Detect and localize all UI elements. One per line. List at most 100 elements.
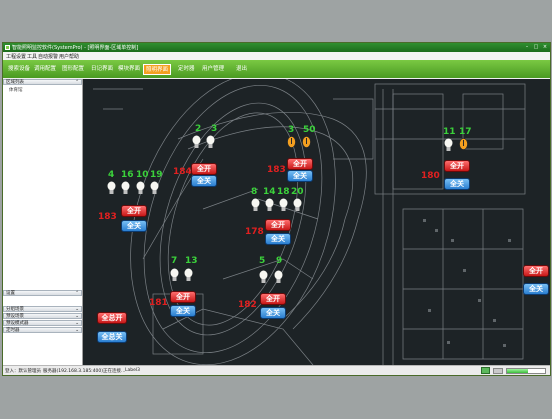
channel-number: 8 — [251, 187, 258, 197]
section-group-scenes[interactable]: 分组场景 ⌄ — [3, 306, 82, 312]
app-icon — [5, 45, 10, 50]
light-bulb-icon[interactable] — [184, 268, 193, 282]
tab-graphic-config[interactable]: 图形配置 — [60, 64, 86, 75]
section-settings-label: 设置 — [6, 291, 15, 296]
light-bulb-icon[interactable] — [150, 181, 159, 195]
section-zone-list[interactable]: 区域列表 ⌃ — [3, 79, 82, 85]
close-button[interactable]: × — [541, 44, 549, 51]
channel-number: 11 — [443, 127, 456, 137]
light-bulb-icon[interactable] — [107, 181, 116, 195]
channel-number: 14 — [263, 187, 276, 197]
minimize-button[interactable]: – — [523, 44, 531, 51]
chevron-down-icon[interactable]: ⌄ — [75, 321, 79, 326]
tab-lighting[interactable]: 照明界面 — [143, 64, 172, 75]
section-timers[interactable]: 定时器 ⌄ — [3, 327, 82, 333]
menu-project[interactable]: 工程 — [6, 53, 16, 60]
group-all-off-button[interactable]: 全关 — [265, 233, 291, 245]
light-bulb-icon[interactable] — [265, 198, 274, 212]
connection-icon — [481, 367, 490, 374]
channel-number: 5 — [259, 256, 266, 266]
channel-number: 17 — [459, 127, 472, 137]
section-settings[interactable]: 设置 ⌃ — [3, 290, 82, 296]
section-preset-mode[interactable]: 预设模式器 ⌄ — [3, 320, 82, 326]
channel-number: 3 — [211, 124, 218, 134]
channel-number: 50 — [303, 125, 316, 135]
menu-help[interactable]: 帮助 — [69, 53, 79, 60]
group-all-off-button[interactable]: 全关 — [191, 175, 217, 187]
section-timers-label: 定时器 — [6, 328, 20, 333]
menu-tools[interactable]: 工具 — [27, 53, 37, 60]
menu-alarm[interactable]: 自动报警 — [38, 53, 58, 60]
channel-code: 183 — [267, 165, 286, 175]
lighting-map-canvas[interactable]: 2 3 184 全开 全关 3 50 183 全开 全关 11 17 180 全… — [83, 79, 550, 365]
channel-code: 181 — [149, 298, 168, 308]
channel-number: 19 — [150, 170, 163, 180]
group-all-off-button[interactable]: 全关 — [287, 170, 313, 182]
section-group-scenes-label: 分组场景 — [6, 307, 24, 312]
chevron-down-icon[interactable]: ⌄ — [75, 328, 79, 333]
group-all-on-button[interactable]: 全开 — [287, 158, 313, 170]
light-bulb-icon[interactable] — [459, 138, 468, 152]
maximize-button[interactable]: □ — [532, 44, 540, 51]
status-bar: 登入：默认管理员 服务器(192.168.3.185:400)正在连接... L… — [3, 365, 550, 375]
group-all-on-button[interactable]: 全开 — [191, 163, 217, 175]
tab-search-devices[interactable]: 搜索设备 — [6, 64, 32, 75]
group-all-on-button[interactable]: 全开 — [444, 160, 470, 172]
app-window: 智能照明监控软件(SystemPro) - [照明界面-区域单控制] – □ ×… — [2, 42, 551, 376]
light-bulb-icon[interactable] — [287, 136, 296, 150]
light-bulb-icon[interactable] — [136, 181, 145, 195]
stadium-floorplan — [93, 79, 526, 365]
channel-code: 180 — [421, 171, 440, 181]
group-all-off-button[interactable]: 全关 — [444, 178, 470, 190]
network-icon — [493, 368, 503, 374]
title-bar[interactable]: 智能照明监控软件(SystemPro) - [照明界面-区域单控制] – □ × — [3, 43, 550, 52]
channel-number: 4 — [108, 170, 115, 180]
channel-number: 16 — [121, 170, 134, 180]
section-preset-scenes[interactable]: 预设场景 ⌄ — [3, 313, 82, 319]
master-all-off-button[interactable]: 全总关 — [97, 331, 127, 343]
light-bulb-icon[interactable] — [259, 270, 268, 284]
group-all-on-button[interactable]: 全开 — [260, 293, 286, 305]
tab-user-management[interactable]: 用户管理 — [200, 64, 226, 75]
channel-code: 184 — [173, 167, 192, 177]
light-bulb-icon[interactable] — [170, 268, 179, 282]
group-all-off-button[interactable]: 全关 — [523, 283, 549, 295]
light-bulb-icon[interactable] — [293, 198, 302, 212]
group-all-on-button[interactable]: 全开 — [170, 291, 196, 303]
group-all-on-button[interactable]: 全开 — [523, 265, 549, 277]
tab-modules[interactable]: 模块界面 — [116, 64, 142, 75]
section-preset-scenes-label: 预设场景 — [6, 314, 24, 319]
light-bulb-icon[interactable] — [192, 135, 201, 149]
channel-number: 3 — [288, 125, 295, 135]
chevron-down-icon[interactable]: ⌄ — [75, 314, 79, 319]
channel-number: 9 — [276, 256, 283, 266]
menu-settings[interactable]: 设置 — [16, 53, 26, 60]
tab-log[interactable]: 日记界面 — [89, 64, 115, 75]
group-all-off-button[interactable]: 全关 — [170, 305, 196, 317]
chevron-up-icon[interactable]: ⌃ — [75, 80, 79, 85]
zone-item-stadium[interactable]: 体育馆 — [9, 87, 23, 93]
light-bulb-icon[interactable] — [279, 198, 288, 212]
tab-exit[interactable]: 退出 — [234, 64, 249, 75]
tab-timer[interactable]: 定时器 — [176, 64, 197, 75]
group-all-off-button[interactable]: 全关 — [121, 220, 147, 232]
chevron-up-icon[interactable]: ⌃ — [75, 291, 79, 296]
light-bulb-icon[interactable] — [121, 181, 130, 195]
master-all-on-button[interactable]: 全总开 — [97, 312, 127, 324]
light-bulb-icon[interactable] — [206, 135, 215, 149]
group-all-on-button[interactable]: 全开 — [121, 205, 147, 217]
light-bulb-icon[interactable] — [444, 138, 453, 152]
light-bulb-icon[interactable] — [274, 270, 283, 284]
channel-number: 10 — [136, 170, 149, 180]
tab-load-config[interactable]: 调用配置 — [32, 64, 58, 75]
status-server: 服务器(192.168.3.185:400)正在连接... — [43, 369, 126, 374]
chevron-down-icon[interactable]: ⌄ — [75, 307, 79, 312]
channel-code: 178 — [245, 227, 264, 237]
group-all-on-button[interactable]: 全开 — [265, 219, 291, 231]
group-all-off-button[interactable]: 全关 — [260, 307, 286, 319]
menu-user[interactable]: 用户 — [59, 53, 69, 60]
channel-number: 13 — [185, 256, 198, 266]
channel-number: 20 — [291, 187, 304, 197]
light-bulb-icon[interactable] — [251, 198, 260, 212]
light-bulb-icon[interactable] — [302, 136, 311, 150]
